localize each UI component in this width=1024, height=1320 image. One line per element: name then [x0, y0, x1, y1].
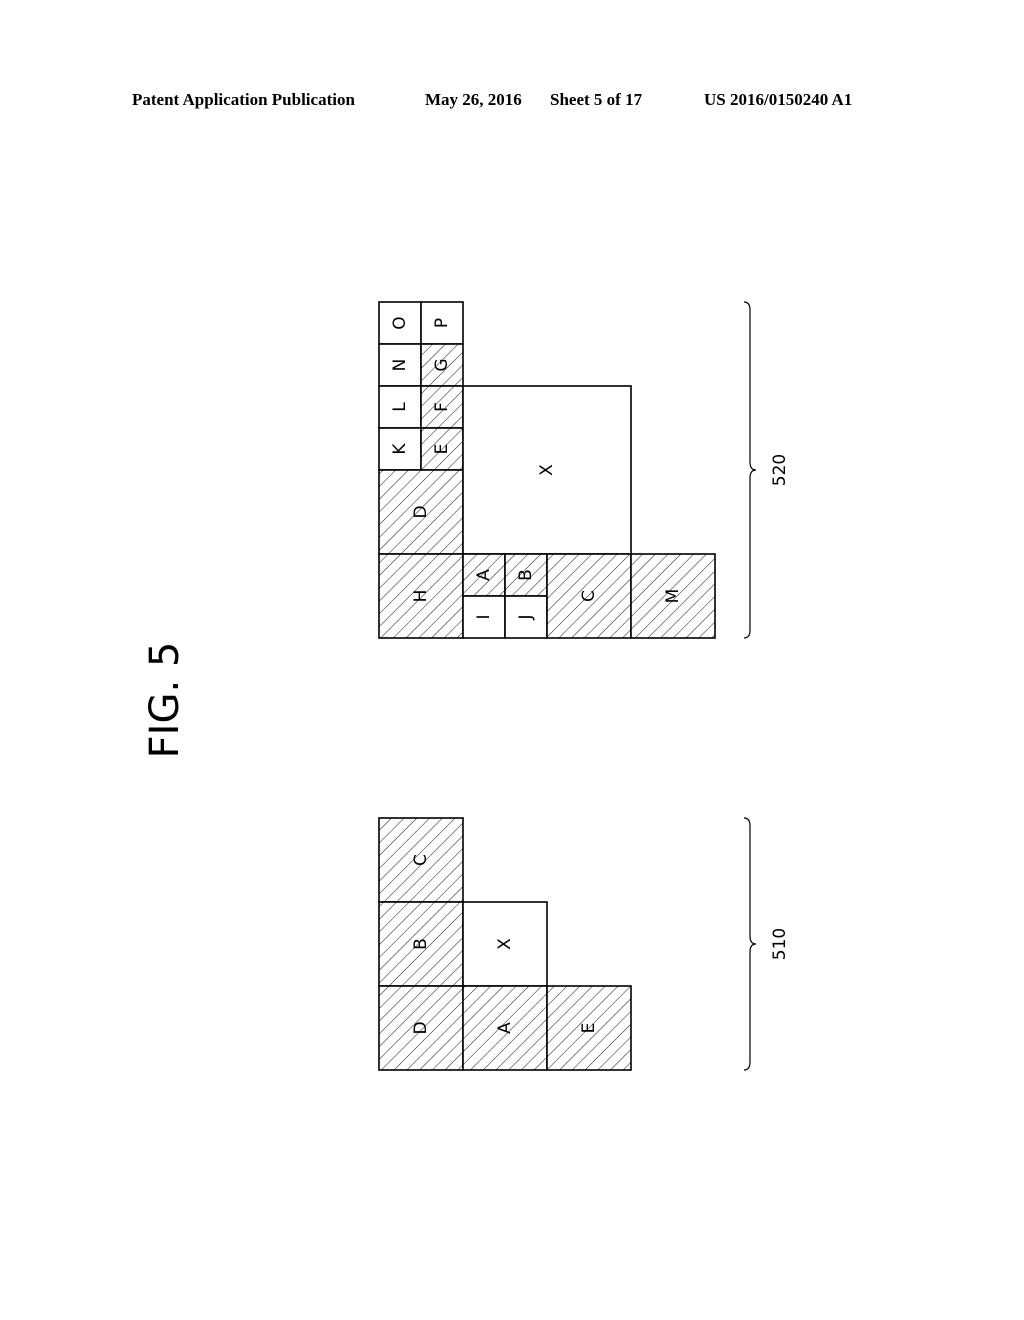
block-label: B: [411, 938, 431, 950]
reference-numeral: 510: [770, 928, 790, 960]
brace-icon: [743, 301, 757, 639]
block-a: A: [462, 553, 506, 597]
diagram-510: C B X D A E 510: [378, 817, 790, 1071]
block-label: C: [411, 854, 431, 866]
block-label: H: [411, 590, 431, 603]
block-e: E: [546, 985, 632, 1071]
block-label: A: [474, 569, 494, 581]
reference-numeral: 520: [770, 454, 790, 486]
block-d: D: [378, 985, 464, 1071]
block-label: L: [390, 402, 410, 412]
block-x: X: [462, 385, 632, 555]
block-h: H: [378, 553, 464, 639]
block-label: D: [411, 505, 431, 518]
block-b: B: [378, 901, 464, 987]
block-b: B: [504, 553, 548, 597]
block-label: E: [432, 444, 452, 455]
block-n: N: [378, 343, 422, 387]
block-m: M: [630, 553, 716, 639]
block-i: I: [462, 595, 506, 639]
block-g: G: [420, 343, 464, 387]
block-label: P: [432, 318, 452, 328]
block-o: O: [378, 301, 422, 345]
block-p: P: [420, 301, 464, 345]
block-a: A: [462, 985, 548, 1071]
block-k: K: [378, 427, 422, 471]
block-label: M: [663, 589, 683, 604]
block-label: N: [390, 359, 410, 372]
block-c: C: [546, 553, 632, 639]
block-label: A: [495, 1022, 515, 1034]
figure-canvas: FIG. 5 O P N G L F K E D X H A B I J C M 520 C B X D A E 510: [142, 301, 790, 1071]
block-label: I: [474, 614, 494, 619]
block-e: E: [420, 427, 464, 471]
block-label: O: [390, 316, 410, 329]
block-c: C: [378, 817, 464, 903]
block-label: B: [516, 569, 536, 581]
block-label: X: [495, 938, 515, 950]
block-label: D: [411, 1021, 431, 1034]
block-d: D: [378, 469, 464, 555]
brace-icon: [743, 817, 757, 1071]
diagram-520: O P N G L F K E D X H A B I J C M 520: [378, 301, 790, 639]
block-label: E: [579, 1023, 599, 1034]
block-label: J: [516, 614, 536, 620]
figure-title: FIG. 5: [142, 642, 188, 759]
block-x: X: [462, 901, 548, 987]
block-label: X: [537, 464, 557, 476]
block-label: C: [579, 590, 599, 602]
block-label: K: [390, 443, 410, 455]
block-f: F: [420, 385, 464, 429]
block-label: F: [432, 402, 452, 412]
block-l: L: [378, 385, 422, 429]
block-label: G: [432, 358, 452, 371]
block-j: J: [504, 595, 548, 639]
